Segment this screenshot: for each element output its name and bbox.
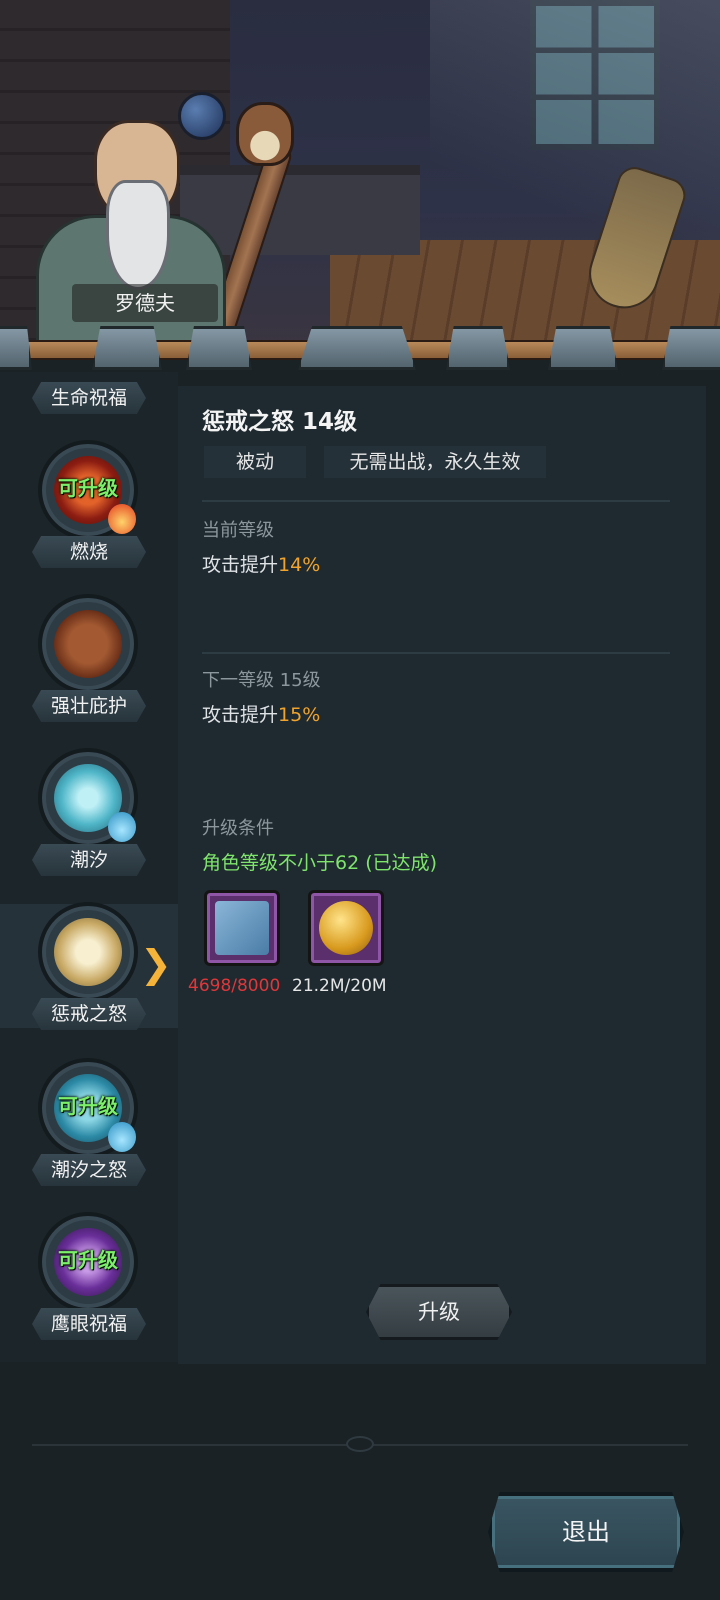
- requirement-label: 升级条件: [202, 818, 274, 839]
- scroll-material-icon[interactable]: [204, 890, 280, 966]
- skill-item-life-blessing[interactable]: 生命祝福: [0, 382, 178, 422]
- skill-item-tide-wrath[interactable]: 可升级 潮汐之怒: [0, 1058, 178, 1188]
- tag-permanent: 无需出战，永久生效: [324, 446, 546, 478]
- shield-rock-core: [54, 610, 122, 678]
- punish-hammer-icon: [38, 902, 138, 1002]
- effect-value: 14%: [278, 554, 321, 576]
- skill-label: 燃烧: [32, 536, 146, 568]
- upgrade-button[interactable]: 升级: [366, 1284, 512, 1340]
- wizard-beard: [106, 180, 170, 290]
- current-level-effect: 攻击提升14%: [202, 550, 320, 577]
- gold-cost: 21.2M/20M: [292, 976, 387, 996]
- requirement-text: 角色等级不小于62 (已达成): [202, 852, 438, 874]
- punish-hammer-core: [54, 918, 122, 986]
- exit-button[interactable]: 退出: [488, 1492, 684, 1572]
- shield-rock-icon: [38, 594, 138, 694]
- effect-text: 攻击提升: [202, 554, 279, 576]
- skill-label: 潮汐: [32, 844, 146, 876]
- upgradable-badge: 可升级: [58, 476, 118, 500]
- scroll-material-art: [215, 901, 269, 955]
- npc-name: 罗德夫: [72, 284, 218, 322]
- section-divider: [202, 652, 670, 654]
- hawk-eye-icon: 可升级: [38, 1212, 138, 1312]
- skill-item-hawk-eye[interactable]: 可升级 鹰眼祝福: [0, 1212, 178, 1342]
- skill-item-strong-shield[interactable]: 强壮庇护: [0, 594, 178, 724]
- water-element-icon: [108, 1122, 136, 1152]
- divider-bar: [0, 326, 720, 372]
- skill-label: 潮汐之怒: [32, 1154, 146, 1186]
- skill-sidebar: 生命祝福 可升级 燃烧 强壮庇护 潮汐 惩戒之怒 可升级 潮汐之怒 可升级 鹰眼…: [0, 372, 178, 1362]
- effect-value: 15%: [278, 704, 321, 726]
- tide-wrath-icon: 可升级: [38, 1058, 138, 1158]
- divider-block: [92, 326, 162, 370]
- skill-detail-panel: 惩戒之怒 14级 被动 无需出战，永久生效 当前等级 攻击提升14% 下一等级 …: [178, 386, 706, 1364]
- burn-icon: 可升级: [38, 440, 138, 540]
- fire-element-icon: [108, 504, 136, 534]
- skill-label: 惩戒之怒: [32, 998, 146, 1030]
- next-level-label: 下一等级 15级: [202, 670, 321, 691]
- skill-label: 生命祝福: [32, 382, 146, 414]
- divider-block: [662, 326, 720, 370]
- current-level-label: 当前等级: [202, 520, 274, 541]
- npc-scene: 罗德夫: [0, 0, 720, 345]
- effect-text: 攻击提升: [202, 704, 279, 726]
- next-level-effect: 攻击提升15%: [202, 700, 320, 727]
- skill-item-burn[interactable]: 可升级 燃烧: [0, 440, 178, 570]
- divider-block: [298, 326, 416, 370]
- material-cost: 4698/8000: [188, 976, 281, 996]
- divider-ornament-icon: [346, 1436, 374, 1452]
- gold-coin-icon[interactable]: [308, 890, 384, 966]
- selected-arrow-icon: ❯: [140, 942, 172, 986]
- divider-block: [0, 326, 32, 370]
- divider-block: [186, 326, 252, 370]
- tag-passive: 被动: [204, 446, 306, 478]
- skill-label: 鹰眼祝福: [32, 1308, 146, 1340]
- footer: 退出: [0, 1364, 720, 1600]
- skill-item-tide[interactable]: 潮汐: [0, 748, 178, 878]
- gold-coin-art: [319, 901, 373, 955]
- ice-crystal-icon: [38, 748, 138, 848]
- water-element-icon: [108, 812, 136, 842]
- divider-block: [548, 326, 618, 370]
- upgradable-badge: 可升级: [58, 1248, 118, 1272]
- upgradable-badge: 可升级: [58, 1094, 118, 1118]
- skill-label: 强壮庇护: [32, 690, 146, 722]
- section-divider: [202, 500, 670, 502]
- divider-block: [446, 326, 510, 370]
- skill-title: 惩戒之怒 14级: [202, 409, 358, 435]
- owl-icon: [236, 102, 294, 166]
